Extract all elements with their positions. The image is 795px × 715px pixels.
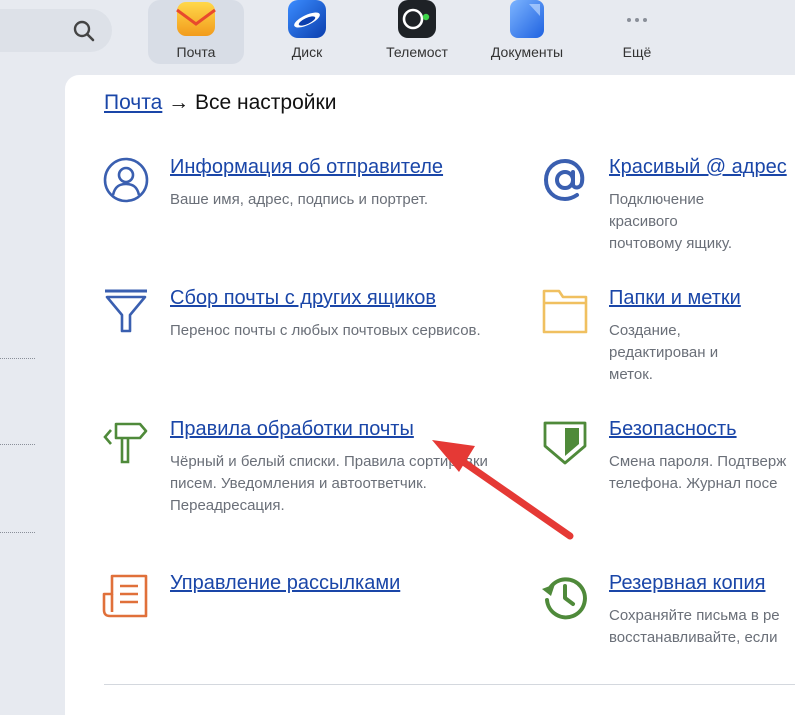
app-label: Диск [291, 44, 323, 60]
settings-panel: Почта → Все настройки Информация об отпр… [65, 75, 795, 715]
telemost-camera-icon [398, 0, 436, 38]
divider [0, 358, 35, 359]
app-label: Документы [490, 44, 564, 60]
folder-icon [542, 289, 588, 334]
section-description: Смена пароля. Подтверж телефона. Журнал … [609, 453, 787, 492]
app-label: Ещё [622, 44, 652, 60]
divider [104, 684, 795, 685]
user-profile-icon [103, 157, 149, 203]
mail-envelope-icon [176, 2, 216, 36]
divider [0, 532, 35, 533]
app-telemost[interactable]: Телемост [369, 0, 465, 64]
section-description: Подключение красивого почтовому ящику. [609, 191, 733, 252]
search-box[interactable] [0, 9, 112, 52]
app-mail[interactable]: Почта [148, 0, 244, 64]
section-title[interactable]: Правила обработки почты [170, 418, 414, 441]
app-disk[interactable]: Диск [259, 0, 355, 64]
breadcrumb-link-mail[interactable]: Почта [104, 91, 162, 114]
divider [0, 444, 35, 445]
section-description: Ваше имя, адрес, подпись и портрет. [170, 191, 428, 208]
signpost-icon [103, 422, 148, 464]
newsletter-icon [102, 574, 148, 618]
app-label: Телемост [386, 44, 448, 60]
section-title[interactable]: Красивый @ адрес [609, 156, 787, 179]
section-description: Перенос почты с любых почтовых сервисов. [170, 322, 481, 339]
section-description: Создание, редактирован и меток. [609, 322, 719, 383]
search-icon[interactable] [72, 19, 96, 43]
section-title[interactable]: Резервная копия [609, 572, 765, 595]
section-title[interactable]: Безопасность [609, 418, 737, 441]
section-title[interactable]: Информация об отправителе [170, 156, 443, 179]
app-documents[interactable]: Документы [479, 0, 575, 64]
section-title[interactable]: Папки и метки [609, 287, 741, 310]
documents-icon [510, 0, 544, 38]
section-title[interactable]: Сбор почты с других ящиков [170, 287, 436, 310]
more-dots-icon [627, 18, 647, 22]
app-more[interactable]: Ещё [589, 0, 685, 64]
section-description: Сохраняйте письма в ре восстанавливайте,… [609, 607, 780, 646]
app-label: Почта [176, 44, 216, 60]
breadcrumb-separator: → [162, 91, 195, 114]
shield-icon [543, 421, 587, 465]
disk-icon [288, 0, 326, 38]
section-title[interactable]: Управление рассылками [170, 572, 400, 595]
breadcrumb: Почта → Все настройки [104, 91, 336, 115]
top-bar: Почта Диск Телемост Документы Ещё [0, 0, 795, 75]
at-sign-icon [543, 158, 585, 202]
section-description: Чёрный и белый списки. Правила сортировк… [170, 453, 488, 514]
funnel-icon [105, 289, 147, 333]
backup-clock-icon [542, 577, 587, 620]
left-sidebar [0, 75, 65, 686]
breadcrumb-current: Все настройки [195, 91, 337, 114]
